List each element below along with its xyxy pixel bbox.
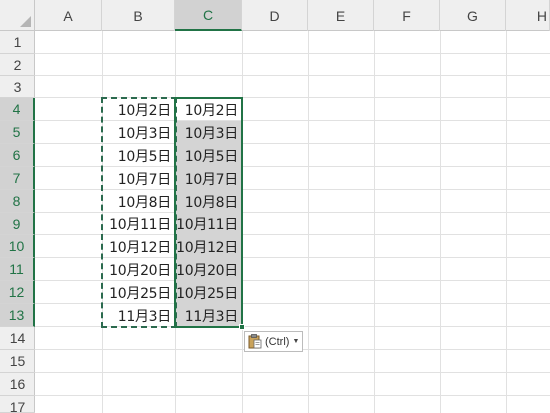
cell-b5[interactable]: 10月3日	[102, 121, 175, 144]
cell-c11[interactable]: 10月20日	[176, 258, 242, 281]
gridline	[35, 372, 550, 373]
row-header-9[interactable]: 9	[0, 213, 35, 235]
cell-b7[interactable]: 10月7日	[102, 167, 175, 190]
row-header-7[interactable]: 7	[0, 167, 35, 190]
cell-b13[interactable]: 11月3日	[102, 304, 175, 327]
cell-b6[interactable]: 10月5日	[102, 144, 175, 167]
row-header-14[interactable]: 14	[0, 327, 35, 350]
cell-b8[interactable]: 10月8日	[102, 190, 175, 213]
cell-c4-active[interactable]: 10月2日	[175, 98, 242, 121]
row-header-13[interactable]: 13	[0, 304, 35, 327]
cell-c6[interactable]: 10月5日	[176, 144, 242, 167]
chevron-down-icon: ▼	[292, 338, 300, 345]
row-header-16[interactable]: 16	[0, 373, 35, 396]
row-header-17[interactable]: 17	[0, 396, 35, 413]
cell-c12[interactable]: 10月25日	[176, 281, 242, 304]
row-header-3[interactable]: 3	[0, 76, 35, 98]
gridline	[35, 395, 550, 396]
row-header-8[interactable]: 8	[0, 190, 35, 213]
column-header-c[interactable]: C	[175, 0, 242, 31]
gridline	[35, 75, 550, 76]
cell-c10[interactable]: 10月12日	[176, 235, 242, 258]
column-header-a[interactable]: A	[35, 0, 102, 31]
column-header-h[interactable]: H	[506, 0, 550, 31]
row-header-10[interactable]: 10	[0, 235, 35, 258]
cell-b11[interactable]: 10月20日	[102, 258, 175, 281]
row-header-5[interactable]: 5	[0, 121, 35, 144]
column-header-e[interactable]: E	[308, 0, 374, 31]
cell-b10[interactable]: 10月12日	[102, 235, 175, 258]
cell-b4[interactable]: 10月2日	[102, 98, 175, 121]
column-header-b[interactable]: B	[102, 0, 175, 31]
cell-c13[interactable]: 11月3日	[176, 304, 242, 327]
paste-options-label: (Ctrl)	[265, 335, 290, 348]
cell-c9[interactable]: 10月11日	[176, 213, 242, 235]
spreadsheet-grid[interactable]: A B C D E F G H 1 2 3 4 5 6 7 8 9 10 11 …	[0, 0, 550, 413]
clipboard-icon	[248, 334, 262, 349]
cell-c7[interactable]: 10月7日	[176, 167, 242, 190]
column-header-f[interactable]: F	[374, 0, 440, 31]
row-header-4[interactable]: 4	[0, 98, 35, 121]
cell-b9[interactable]: 10月11日	[102, 213, 175, 235]
row-header-1[interactable]: 1	[0, 31, 35, 54]
gridline	[308, 31, 309, 413]
gridline	[440, 31, 441, 413]
cell-c5[interactable]: 10月3日	[176, 121, 242, 144]
column-header-d[interactable]: D	[242, 0, 308, 31]
gridline	[242, 31, 243, 413]
row-header-2[interactable]: 2	[0, 54, 35, 76]
fill-handle[interactable]	[239, 324, 245, 330]
row-header-6[interactable]: 6	[0, 144, 35, 167]
paste-options-button[interactable]: (Ctrl) ▼	[244, 331, 303, 352]
row-header-15[interactable]: 15	[0, 350, 35, 373]
cell-c8[interactable]: 10月8日	[176, 190, 242, 213]
row-header-11[interactable]: 11	[0, 258, 35, 281]
gridline	[506, 31, 507, 413]
select-all-icon	[20, 16, 31, 27]
gridline	[35, 53, 550, 54]
cell-b12[interactable]: 10月25日	[102, 281, 175, 304]
row-header-12[interactable]: 12	[0, 281, 35, 304]
column-header-g[interactable]: G	[440, 0, 506, 31]
select-all-button[interactable]	[0, 0, 35, 31]
gridline	[374, 31, 375, 413]
